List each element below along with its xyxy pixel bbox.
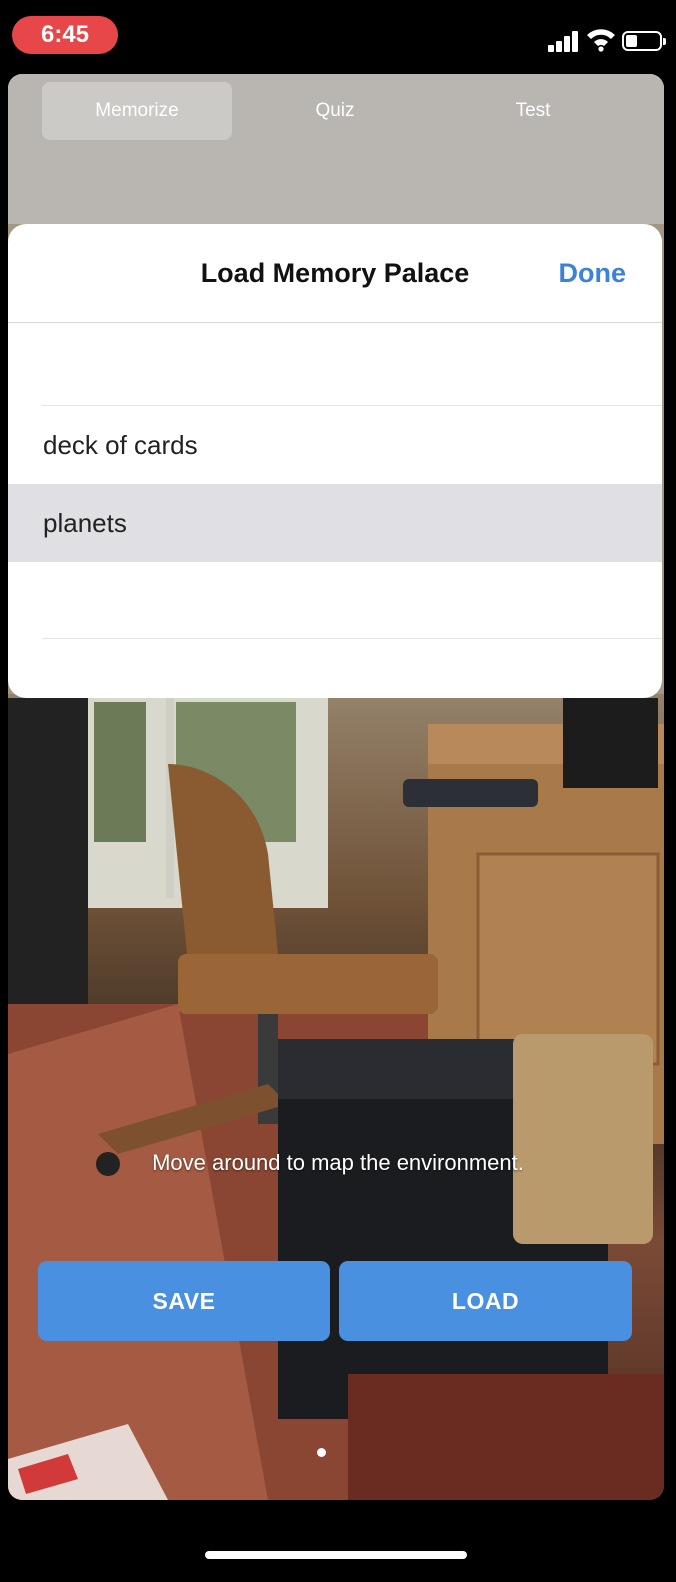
tab-memorize[interactable]: Memorize [42, 82, 232, 140]
tab-test[interactable]: Test [438, 82, 628, 140]
home-indicator[interactable] [205, 1551, 467, 1559]
tab-quiz[interactable]: Quiz [240, 82, 430, 140]
mapping-hint: Move around to map the environment. [152, 1150, 524, 1175]
battery-icon [622, 31, 666, 51]
cellular-signal-icon [548, 30, 580, 52]
wifi-icon [587, 29, 615, 52]
load-memory-palace-sheet: Load Memory Palace Done deck of cards pl… [8, 224, 662, 698]
done-button[interactable]: Done [559, 224, 627, 322]
load-button[interactable]: LOAD [339, 1261, 632, 1341]
picker-row-empty[interactable] [8, 562, 662, 640]
picker-row-label: planets [43, 508, 127, 538]
picker-row-empty[interactable] [8, 323, 662, 401]
sheet-header: Load Memory Palace Done [8, 224, 662, 323]
status-time: 6:45 [12, 16, 118, 54]
status-bar: 6:45 [0, 0, 676, 72]
picker-row-label: deck of cards [43, 430, 198, 460]
picker-row-deck-of-cards[interactable]: deck of cards [8, 406, 662, 484]
page-indicator-dot [317, 1448, 326, 1457]
row-separator [42, 638, 662, 639]
save-button[interactable]: SAVE [38, 1261, 330, 1341]
mode-segmented-control: Memorize Quiz Test [34, 82, 634, 142]
picker-row-planets[interactable]: planets [8, 484, 662, 562]
